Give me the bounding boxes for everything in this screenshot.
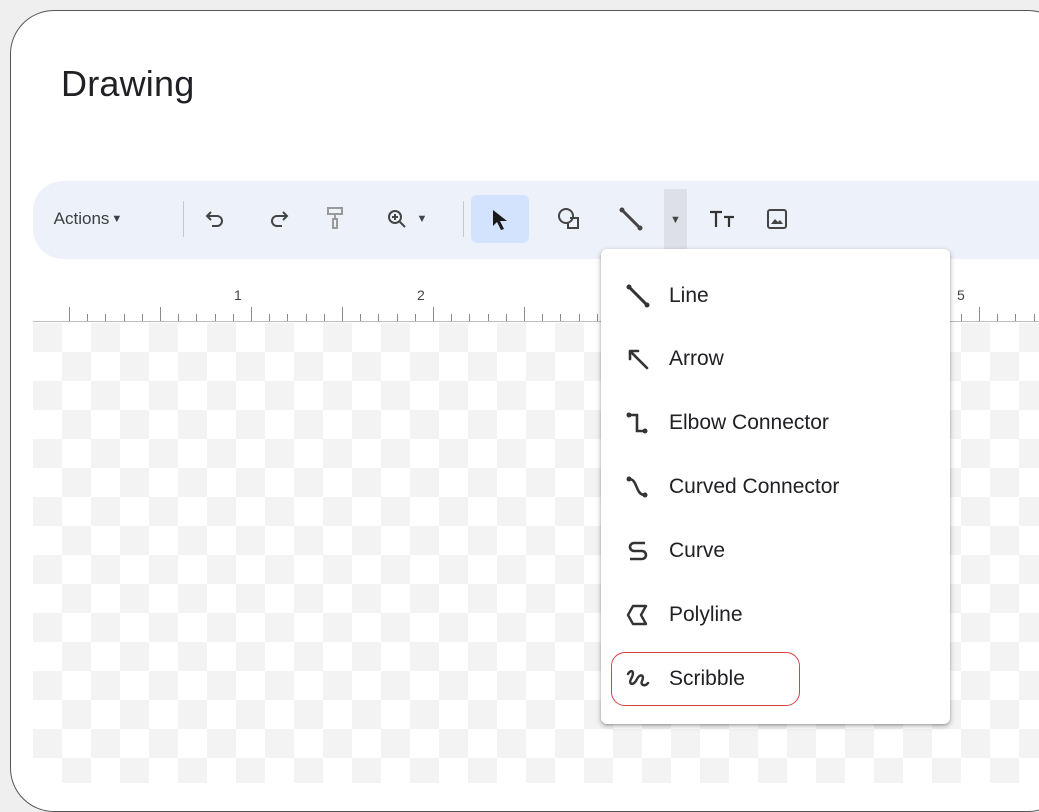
ruler-tick [378, 314, 380, 321]
ruler-tick [960, 314, 962, 321]
ruler-tick [105, 314, 107, 321]
ruler-tick [214, 314, 216, 321]
menu-item-curve[interactable]: Curve [601, 523, 950, 579]
paint-format-icon [327, 207, 343, 229]
line-type-dropdown[interactable]: ▼ [664, 189, 687, 251]
chevron-down-icon: ▼ [670, 214, 681, 226]
undo-button[interactable] [195, 195, 235, 243]
menu-item-line[interactable]: Line [601, 268, 950, 324]
line-button[interactable] [611, 195, 651, 243]
ruler-label: 1 [234, 287, 242, 303]
shape-button[interactable] [549, 195, 589, 243]
menu-item-label: Arrow [669, 347, 724, 370]
select-button[interactable] [471, 195, 529, 243]
ruler-tick [469, 314, 471, 321]
chevron-down-icon: ▼ [111, 213, 123, 225]
elbow-connector-icon [626, 412, 648, 434]
ruler-tick [979, 307, 980, 321]
text-box-button[interactable] [703, 195, 743, 243]
select-icon [493, 210, 507, 230]
paint-format-button[interactable] [315, 195, 355, 243]
ruler-tick [1033, 314, 1035, 321]
menu-item-curved-connector[interactable]: Curved Connector [601, 459, 950, 515]
ruler-tick [414, 314, 416, 321]
ruler-tick [160, 307, 161, 321]
toolbar-divider [463, 201, 464, 237]
chevron-down-icon: ▼ [416, 213, 428, 225]
actions-menu-button[interactable]: Actions ▼ [41, 195, 135, 243]
curved-connector-icon [626, 476, 648, 498]
ruler-tick [287, 314, 289, 321]
arrow-icon [628, 349, 649, 370]
menu-item-label: Line [669, 284, 709, 307]
ruler-tick [997, 314, 999, 321]
ruler-tick [560, 314, 562, 321]
line-type-menu: Line Arrow Elbow Connector Curved Connec… [601, 249, 950, 724]
menu-item-polyline[interactable]: Polyline [601, 587, 950, 643]
ruler-tick [232, 314, 234, 321]
menu-item-arrow[interactable]: Arrow [601, 331, 950, 387]
curve-icon [628, 541, 648, 561]
ruler-tick [433, 307, 434, 321]
ruler-tick [360, 314, 362, 321]
ruler-tick [141, 314, 143, 321]
ruler-label: 2 [417, 287, 425, 303]
toolbar-divider [183, 201, 184, 237]
ruler-tick [196, 314, 198, 321]
scribble-highlight-annotation [611, 652, 800, 706]
toolbar: Actions ▼ ▼ ▼ [33, 181, 1039, 259]
ruler-tick [542, 314, 544, 321]
ruler-tick [69, 307, 70, 321]
ruler-tick [505, 314, 507, 321]
ruler-tick [251, 307, 252, 321]
ruler-tick [269, 314, 271, 321]
ruler-tick [451, 314, 453, 321]
redo-icon [271, 211, 289, 227]
image-button[interactable] [757, 195, 797, 243]
line-icon [619, 207, 643, 231]
redo-button[interactable] [259, 195, 299, 243]
ruler-tick [87, 314, 89, 321]
image-icon [767, 209, 787, 229]
ruler-tick [487, 314, 489, 321]
ruler-tick [178, 314, 180, 321]
shape-icon [558, 208, 579, 229]
ruler-tick [578, 314, 580, 321]
polyline-icon [626, 604, 648, 626]
undo-icon [205, 211, 223, 227]
zoom-icon [387, 210, 406, 228]
menu-item-label: Polyline [669, 603, 743, 626]
ruler-tick [342, 307, 343, 321]
menu-item-label: Elbow Connector [669, 411, 829, 434]
ruler-label: 5 [957, 287, 965, 303]
ruler-tick [305, 314, 307, 321]
ruler-tick [1015, 314, 1017, 321]
ruler-tick [524, 307, 525, 321]
ruler-tick [123, 314, 125, 321]
ruler-tick [596, 314, 598, 321]
text-box-icon [710, 210, 734, 227]
actions-label: Actions [53, 209, 110, 228]
menu-item-label: Curved Connector [669, 475, 840, 498]
ruler-tick [396, 314, 398, 321]
ruler-tick [323, 314, 325, 321]
zoom-button[interactable]: ▼ [371, 195, 441, 243]
line-icon [626, 284, 650, 308]
dialog-title: Drawing [61, 63, 195, 104]
menu-item-elbow-connector[interactable]: Elbow Connector [601, 395, 950, 451]
menu-item-label: Curve [669, 539, 726, 562]
